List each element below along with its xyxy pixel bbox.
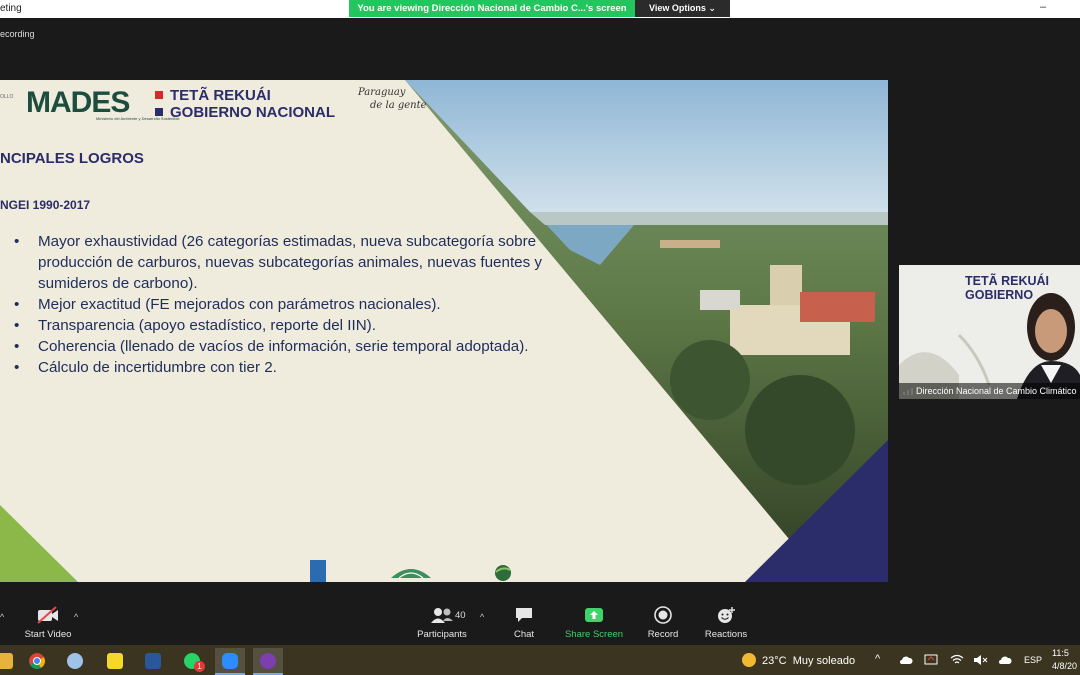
- share-screen-label: Share Screen: [564, 629, 624, 640]
- zoom-icon[interactable]: [215, 648, 245, 675]
- chevron-up-icon[interactable]: ^: [74, 612, 78, 622]
- folder-icon[interactable]: [0, 648, 20, 675]
- start-video-label: Start Video: [24, 629, 72, 640]
- gef-logo: [391, 569, 431, 579]
- bullet-item: Mejor exactitud (FE mejorados con paráme…: [14, 294, 554, 315]
- weather-desc: Muy soleado: [792, 655, 856, 667]
- bullet-item: Transparencia (apoyo estadístico, report…: [14, 315, 554, 336]
- reactions-label: Reactions: [704, 629, 748, 640]
- gov-line-1: TETÃ REKUÁI: [170, 87, 271, 104]
- bullet-item: Mayor exhaustividad (26 categorías estim…: [14, 231, 554, 294]
- start-video-button[interactable]: Start Video: [22, 606, 74, 640]
- paraguay-line-1: Paraguay: [358, 87, 406, 98]
- video-gov-line-2: GOBIERNO: [965, 288, 1034, 302]
- word-icon[interactable]: [138, 648, 168, 675]
- paraguay-line-2: de la gente: [370, 100, 427, 111]
- weather-widget[interactable]: 23°C Muy soleado: [742, 653, 855, 667]
- chat-label: Chat: [513, 629, 535, 640]
- wifi-icon[interactable]: [950, 654, 964, 666]
- red-square-icon: [155, 91, 163, 99]
- sticky-notes-icon[interactable]: [100, 648, 130, 675]
- paraguay-logo: Paraguay de la gente: [358, 86, 427, 112]
- chat-button[interactable]: Chat: [508, 606, 540, 640]
- record-icon: [654, 606, 672, 624]
- slide-title: NCIPALES LOGROS: [0, 150, 144, 167]
- mades-logo: MADES: [26, 86, 130, 119]
- video-gov-line-1: TETÃ REKUÁI: [965, 274, 1050, 288]
- clock-date: 4/8/20: [1052, 661, 1078, 671]
- clock[interactable]: 11:5 4/8/20: [1052, 647, 1077, 673]
- share-screen-button[interactable]: Share Screen: [562, 606, 626, 640]
- zoom-meeting-window: eting You are viewing Dirección Nacional…: [0, 0, 1080, 675]
- ministry-tagline: OLLO: [0, 94, 14, 100]
- reactions-button[interactable]: Reactions: [704, 606, 748, 640]
- reactions-icon: [718, 607, 735, 623]
- recording-indicator: ecording: [0, 29, 35, 39]
- share-screen-icon: [585, 608, 603, 622]
- slide-subtitle: NGEI 1990-2017: [0, 198, 91, 212]
- app-icon[interactable]: [253, 648, 283, 675]
- record-button[interactable]: Record: [645, 606, 681, 640]
- title-bar: eting You are viewing Dirección Nacional…: [0, 0, 1080, 18]
- language-indicator[interactable]: ESP: [1024, 655, 1042, 665]
- paint-icon[interactable]: [60, 648, 90, 675]
- whatsapp-icon[interactable]: 1: [177, 648, 207, 675]
- blue-square-icon: [155, 108, 163, 116]
- onedrive-icon[interactable]: [998, 655, 1012, 665]
- notification-badge: 1: [194, 661, 205, 672]
- clock-time: 11:5: [1052, 648, 1069, 658]
- participant-video-tile[interactable]: TETÃ REKUÁI GOBIERNO Dirección Nacional …: [899, 265, 1080, 399]
- minimize-button[interactable]: –: [1040, 1, 1046, 13]
- weather-temp: 23°C: [762, 655, 787, 667]
- chevron-up-icon[interactable]: ^: [0, 612, 4, 622]
- network-icon[interactable]: [924, 654, 938, 666]
- pnud-logo: [310, 560, 326, 582]
- windows-taskbar: 1 23°C Muy soleado ^ ESP 11:5 4/8/20: [0, 645, 1080, 675]
- chevron-up-icon[interactable]: ^: [480, 612, 484, 622]
- record-label: Record: [647, 629, 679, 640]
- video-background-logo: TETÃ REKUÁI GOBIERNO: [957, 274, 1049, 302]
- bullet-list: Mayor exhaustividad (26 categorías estim…: [14, 231, 554, 378]
- chevron-up-icon[interactable]: ^: [875, 653, 880, 665]
- bullet-item: Cálculo de incertidumbre con tier 2.: [14, 357, 554, 378]
- cloud-icon[interactable]: [899, 655, 913, 665]
- earth-logo: [495, 565, 511, 581]
- speaker-muted-icon[interactable]: [973, 654, 989, 666]
- participants-count: 40: [455, 610, 466, 621]
- sun-icon: [742, 653, 756, 667]
- window-title: eting: [0, 3, 22, 14]
- chrome-icon[interactable]: [22, 648, 52, 675]
- chat-icon: [516, 608, 532, 622]
- bullet-item: Coherencia (llenado de vacíos de informa…: [14, 336, 554, 357]
- government-logo: TETÃ REKUÁI GOBIERNO NACIONAL: [155, 87, 335, 121]
- participant-name: Dirección Nacional de Cambio Climático: [899, 383, 1080, 399]
- screen-share-banner: You are viewing Dirección Nacional de Ca…: [349, 0, 635, 17]
- view-options-button[interactable]: View Options ⌄: [635, 0, 730, 17]
- meeting-controls-bar: ^ Start Video ^ Participants 40 ^ Chat S…: [0, 600, 1080, 645]
- video-off-icon: [37, 606, 58, 624]
- participants-icon: [431, 608, 453, 623]
- participants-label: Participants: [417, 629, 467, 640]
- gov-line-2: GOBIERNO NACIONAL: [170, 104, 335, 121]
- shared-screen-slide: OLLO MADES Ministerio del Ambiente y Des…: [0, 80, 888, 582]
